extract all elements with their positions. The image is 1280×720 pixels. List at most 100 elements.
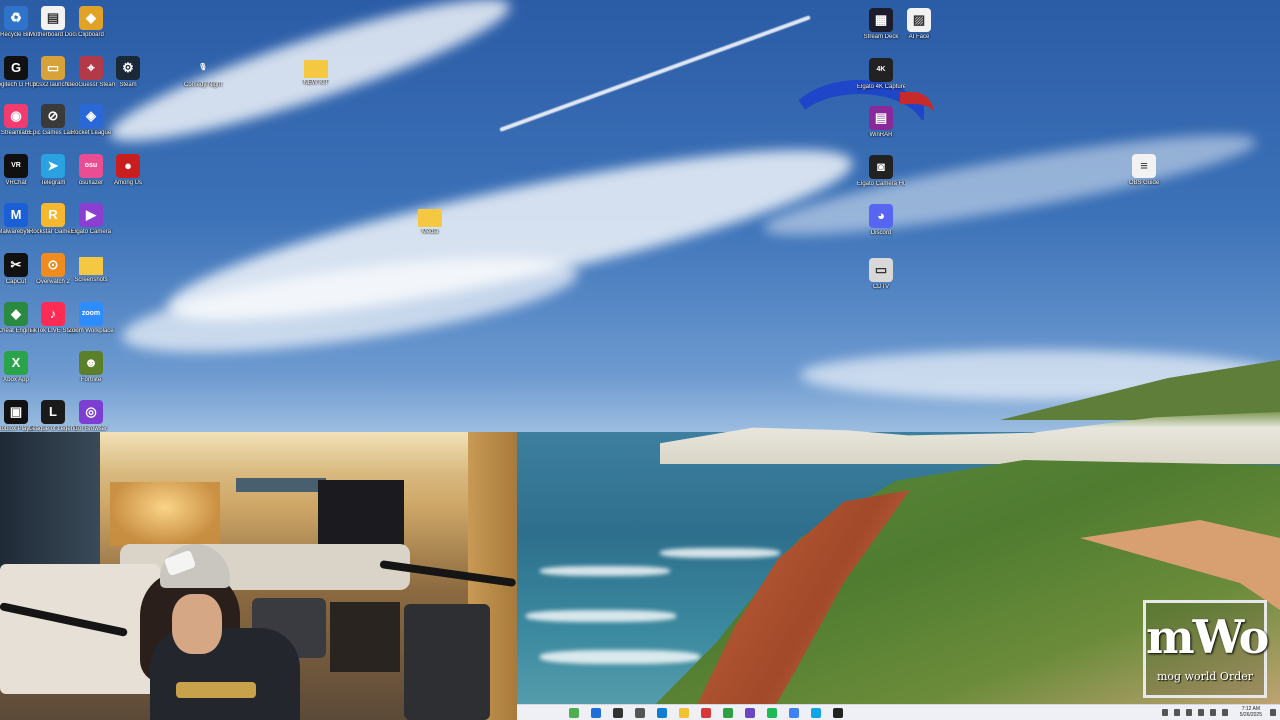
desktop-shortcut[interactable]: 🎙 Comedy Night	[179, 56, 227, 89]
game-shortcut-1-icon: ◆	[79, 6, 103, 30]
geoguessr-icon: ⌖	[79, 56, 103, 80]
webcam-table	[330, 602, 400, 672]
channel-watermark: mWo mog world Order	[1143, 600, 1269, 698]
overwatch-icon: ⊙	[41, 253, 65, 277]
webcam-person-body	[150, 628, 300, 720]
taskbar-clock[interactable]: 7:12 AM 5/26/2025	[1240, 706, 1262, 718]
taskbar: 7:12 AM 5/26/2025	[517, 704, 1280, 720]
taskbar-spotify-icon[interactable]	[767, 708, 777, 718]
watermark-logo-text: mWo	[1146, 610, 1269, 664]
desktop-shortcut[interactable]: ☻ Fortnite	[67, 351, 115, 384]
discord-icon: ◕	[869, 204, 893, 228]
taskbar-terminal-icon[interactable]	[833, 708, 843, 718]
controller-app-icon: ⊘	[41, 104, 65, 128]
taskbar-store-icon[interactable]	[811, 708, 821, 718]
wallpaper-surf	[660, 548, 780, 558]
taskbar-app-red-icon[interactable]	[701, 708, 711, 718]
rocket-league-icon: ◈	[79, 104, 103, 128]
drive-icon: ▭	[869, 258, 893, 282]
wallpaper-surf	[526, 610, 676, 622]
webcam-person-face	[172, 594, 222, 654]
desktop-shortcut-label: Screenshots	[74, 277, 108, 283]
spotify-like-icon: ◉	[4, 104, 28, 128]
wallpaper-surf	[540, 650, 700, 664]
goblin-icon: ☻	[79, 351, 103, 375]
desktop-shortcut-label: NEW KIT	[303, 80, 329, 86]
desktop-shortcut[interactable]: ● Among Us	[104, 154, 152, 187]
desktop-shortcut[interactable]: NEW KIT	[292, 56, 340, 87]
taskbar-obs-icon[interactable]	[789, 708, 799, 718]
webcam-shirt-print	[176, 682, 256, 698]
taskbar-start-icon[interactable]	[591, 708, 601, 718]
desktop-shortcut-label: Clipboard	[78, 32, 104, 38]
taskbar-explorer-icon[interactable]	[679, 708, 689, 718]
desktop-shortcut-label: CDTV	[872, 284, 890, 290]
clock-date: 5/26/2025	[1239, 712, 1262, 718]
steam-icon: ⚙	[116, 56, 140, 80]
text-file-icon: ≡	[1132, 154, 1156, 178]
desktop-shortcut[interactable]: ▤ WinRAR	[857, 106, 905, 139]
folder-small-icon	[418, 209, 442, 227]
wallpaper-surf	[540, 566, 670, 576]
taskbar-edge-icon[interactable]	[657, 708, 667, 718]
league-icon: L	[41, 400, 65, 424]
desktop-shortcut[interactable]: ▭ CDTV	[857, 258, 905, 291]
tray-network-icon[interactable]	[1174, 709, 1180, 716]
desktop-shortcut[interactable]: ◕ Discord	[857, 204, 905, 237]
desktop-shortcut[interactable]: ◎ Tor Browser	[67, 400, 115, 433]
desktop-shortcut-label: AI Face	[908, 34, 930, 40]
camera-hub-icon: ◙	[869, 155, 893, 179]
desktop-shortcut-label: OBS Guide	[1128, 180, 1160, 186]
taskbar-chrome-icon[interactable]	[723, 708, 733, 718]
desktop-shortcut[interactable]: ▨ AI Face	[895, 8, 943, 41]
webcam-lights	[110, 482, 220, 546]
desktop-shortcut[interactable]: ◆ Clipboard	[67, 6, 115, 39]
elgato-4k-icon: 4K	[869, 58, 893, 82]
roblox-icon: ▣	[4, 400, 28, 424]
desktop-shortcut[interactable]: Screenshots	[67, 253, 115, 284]
desktop-shortcut[interactable]: ◈ Rocket League	[67, 104, 115, 137]
desktop-shortcut-label: Rocket League	[70, 130, 112, 136]
desktop-shortcut-label: Media	[421, 229, 439, 235]
tray-wifi-icon[interactable]	[1210, 709, 1216, 716]
capcut-icon: ✂	[4, 253, 28, 277]
xbox-icon: X	[4, 351, 28, 375]
desktop-shortcut-label: Fortnite	[80, 377, 102, 383]
desktop-shortcut-label: Elgato 4K Capture	[857, 84, 905, 90]
taskbar-widgets-icon[interactable]	[569, 708, 579, 718]
desktop-shortcut-label: Elgato Camera Hub	[857, 181, 905, 187]
tray-app-icon[interactable]	[1198, 709, 1204, 716]
game-cube-icon: ◆	[4, 302, 28, 326]
folder-icon	[304, 60, 328, 78]
desktop-shortcut[interactable]: ▶ Elgato Camera	[67, 203, 115, 236]
tray-chevron-icon[interactable]	[1162, 709, 1168, 716]
desktop-shortcut-label: Elgato Camera	[70, 229, 112, 235]
desktop-shortcut[interactable]: ⚙ Steam	[104, 56, 152, 89]
taskbar-purple-icon[interactable]	[745, 708, 755, 718]
zoom-icon: zoom	[79, 302, 103, 326]
desktop-shortcut-label: Zoom Workplace	[68, 328, 114, 334]
webcam-window	[236, 478, 326, 492]
taskbar-search-icon[interactable]	[613, 708, 623, 718]
tray-volume-icon[interactable]	[1222, 709, 1228, 716]
webcam-overlay	[0, 432, 517, 720]
desktop-shortcut[interactable]: Media	[406, 205, 454, 236]
desktop-shortcut[interactable]: ◙ Elgato Camera Hub	[857, 155, 905, 188]
malwarebytes-icon: M	[4, 203, 28, 227]
notification-icon[interactable]	[1270, 709, 1276, 716]
recycle-bin-icon: ♻	[4, 6, 28, 30]
desktop-shortcut[interactable]: ≡ OBS Guide	[1120, 154, 1168, 187]
pc-app-icon: ▭	[41, 56, 65, 80]
desktop-shortcut-label: Comedy Night	[183, 82, 222, 88]
desktop-shortcut-label: Among Us	[113, 180, 142, 186]
desktop-shortcut[interactable]: 4K Elgato 4K Capture	[857, 58, 905, 91]
desktop-shortcut[interactable]: zoom Zoom Workplace	[67, 302, 115, 335]
microphone-shortcut-icon: 🎙	[198, 64, 208, 71]
vr-icon: VR	[4, 154, 28, 178]
desktop-shortcut[interactable]: X Xbox App	[0, 351, 40, 384]
taskbar-task-view-icon[interactable]	[635, 708, 645, 718]
tray-app-icon[interactable]	[1186, 709, 1192, 716]
desktop-shortcut-label: WinRAR	[869, 132, 893, 138]
g-hub-icon: G	[4, 56, 28, 80]
ai-face-icon: ▨	[907, 8, 931, 32]
